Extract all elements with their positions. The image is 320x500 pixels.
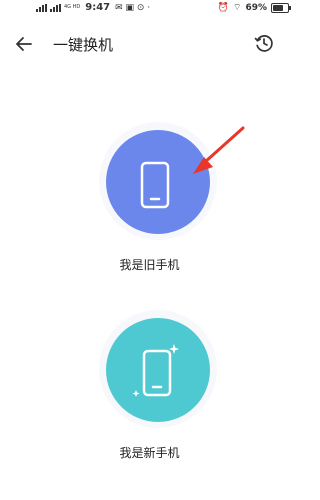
history-button[interactable] [253,32,275,54]
status-bar: 4G HD 9:47 ✉ ▣ ⊙ · ⏰ ⌔ 69% [0,0,299,18]
status-left: 4G HD 9:47 ✉ ▣ ⊙ · [36,2,150,13]
battery-percent: 69% [245,2,267,13]
clock-history-icon [254,35,273,52]
smartphone-icon [140,161,170,209]
alarm-icon: ⏰ [217,2,229,13]
title-bar: 一键换机 [0,24,299,64]
back-button[interactable] [12,32,36,56]
battery-fill [273,4,283,11]
old-phone-circle[interactable] [106,130,210,234]
page-title: 一键换机 [53,36,114,54]
wifi-icon: ⌔ [232,3,242,13]
notification-icons: ✉ ▣ ⊙ · [115,2,151,13]
smartphone-sparkle-icon [132,344,179,397]
new-phone-circle[interactable] [106,318,210,422]
old-phone-label: 我是旧手机 [119,258,180,272]
battery-icon [271,2,291,13]
signal-icon [36,3,47,12]
new-phone-label: 我是新手机 [119,446,180,460]
status-time: 9:47 [85,2,111,13]
network-label: 4G HD [64,4,81,10]
arrow-left-icon [16,37,32,51]
status-right: ⏰ ⌔ 69% [217,2,291,13]
signal-icon-2 [50,3,61,12]
